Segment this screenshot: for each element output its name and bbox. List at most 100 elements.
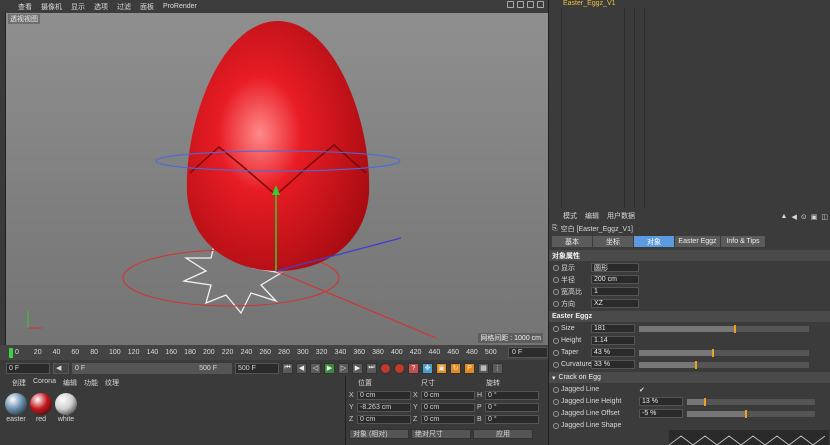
keyframe-dot-icon[interactable]: [553, 300, 559, 307]
tab-object[interactable]: 对象: [634, 236, 674, 247]
material-white[interactable]: white: [53, 393, 79, 423]
menu-view[interactable]: 查看: [18, 2, 32, 12]
new-panel-icon[interactable]: ◫: [821, 213, 828, 221]
display-dropdown[interactable]: 圆形: [591, 263, 639, 272]
record-icon[interactable]: [380, 362, 391, 374]
tab-easter-eggz[interactable]: Easter Eggz: [675, 236, 720, 247]
size-y-field[interactable]: 0 cm: [421, 403, 475, 412]
taper-field[interactable]: 43 %: [591, 348, 635, 357]
key-icon[interactable]: ?: [408, 362, 419, 374]
next-frame-icon[interactable]: ▷: [338, 362, 349, 374]
range-arrow[interactable]: ◀: [53, 362, 69, 374]
jagged-line-offset-field[interactable]: -5 %: [639, 409, 683, 418]
rot-h-field[interactable]: 0 °: [485, 391, 539, 400]
curvature-field[interactable]: 33 %: [591, 360, 635, 369]
attr-menu-edit[interactable]: 编辑: [585, 211, 599, 221]
curvature-slider[interactable]: [639, 360, 809, 369]
keyframe-dot-icon[interactable]: [553, 361, 559, 368]
keyframe-dot-icon[interactable]: [553, 337, 559, 344]
menu-display[interactable]: 显示: [71, 2, 85, 12]
size-slider[interactable]: [639, 324, 809, 333]
pos-x-field[interactable]: 0 cm: [357, 391, 411, 400]
object-item-name[interactable]: Easter_Eggz_V1: [563, 0, 616, 7]
auto-key-icon[interactable]: [394, 362, 405, 374]
go-start-icon[interactable]: ⏮: [282, 362, 293, 374]
viewport-canvas[interactable]: 透视视图 网格间距: 1000 cm: [5, 13, 548, 345]
material-easter[interactable]: easter: [3, 393, 29, 423]
size-x-field[interactable]: 0 cm: [421, 391, 475, 400]
move-key-icon[interactable]: ✥: [422, 362, 433, 374]
param-key-icon[interactable]: P: [464, 362, 475, 374]
play-icon[interactable]: ▶: [324, 362, 335, 374]
rotate-key-icon[interactable]: ↻: [450, 362, 461, 374]
mat-menu-edit[interactable]: 编辑: [63, 378, 77, 388]
keyframe-dot-icon[interactable]: [553, 398, 559, 405]
mat-menu-create[interactable]: 创建: [12, 378, 26, 388]
size-mode-dropdown[interactable]: 绝对尺寸: [411, 428, 471, 439]
prev-frame-icon[interactable]: ◁: [310, 362, 321, 374]
arrow-up-icon[interactable]: ▲: [781, 213, 788, 221]
arrow-left-icon[interactable]: ◀: [791, 213, 796, 221]
height-field[interactable]: 1.14: [591, 336, 635, 345]
menu-options[interactable]: 选项: [94, 2, 108, 12]
keyframe-dot-icon[interactable]: [553, 386, 559, 393]
keyframe-dot-icon[interactable]: [553, 276, 559, 283]
menu-filter[interactable]: 过滤: [117, 2, 131, 12]
mat-menu-function[interactable]: 功能: [84, 378, 98, 388]
tab-coord[interactable]: 坐标: [593, 236, 633, 247]
orientation-dropdown[interactable]: XZ: [591, 299, 639, 308]
radius-field[interactable]: 200 cm: [591, 275, 639, 284]
keyframe-dot-icon[interactable]: [553, 325, 559, 332]
scale-key-icon[interactable]: ▣: [436, 362, 447, 374]
aspect-field[interactable]: 1: [591, 287, 639, 296]
playhead-marker[interactable]: [9, 347, 13, 358]
zoom-view-icon[interactable]: [527, 1, 534, 8]
more-key-icon[interactable]: ⋮: [492, 362, 503, 374]
go-end-icon[interactable]: ⏭: [366, 362, 377, 374]
attr-menu-userdata[interactable]: 用户数据: [607, 211, 635, 221]
move-view-icon[interactable]: [507, 1, 514, 8]
grid-key-icon[interactable]: ▦: [478, 362, 489, 374]
keyframe-dot-icon[interactable]: [553, 264, 559, 271]
lock-icon[interactable]: ▣: [811, 213, 818, 221]
coord-mode-dropdown[interactable]: 对象 (相对): [349, 428, 409, 439]
jagged-line-height-slider[interactable]: [687, 397, 815, 406]
tab-basic[interactable]: 基本: [552, 236, 592, 247]
maximize-view-icon[interactable]: [537, 1, 544, 8]
rotate-view-icon[interactable]: [517, 1, 524, 8]
mat-menu-corona[interactable]: Corona: [33, 378, 56, 388]
current-frame-field[interactable]: 0 F: [508, 347, 548, 358]
attr-menu-mode[interactable]: 模式: [563, 211, 577, 221]
material-red[interactable]: red: [28, 393, 54, 423]
keyframe-dot-icon[interactable]: [553, 422, 559, 429]
taper-slider[interactable]: [639, 348, 809, 357]
apply-button[interactable]: 应用: [473, 428, 533, 439]
jagged-line-checkbox[interactable]: ✔: [639, 386, 645, 394]
keyframe-dot-icon[interactable]: [553, 288, 559, 295]
menu-camera[interactable]: 摄像机: [41, 2, 62, 12]
keyframe-dot-icon[interactable]: [553, 349, 559, 356]
size-field[interactable]: 181: [591, 324, 635, 333]
rot-p-field[interactable]: 0 °: [485, 403, 539, 412]
keyframe-dot-icon[interactable]: [553, 410, 559, 417]
jagged-line-offset-slider[interactable]: [687, 409, 815, 418]
pos-z-field[interactable]: 0 cm: [357, 415, 411, 424]
timeline-ruler[interactable]: 0 20 40 60 80 100 120 140 160 180 200 220 240 260 280 3…: [0, 345, 548, 360]
pos-y-field[interactable]: -8.263 cm: [357, 403, 411, 412]
rot-b-field[interactable]: 0 °: [485, 415, 539, 424]
menu-prorender[interactable]: ProRender: [163, 3, 197, 10]
prev-key-icon[interactable]: ◀: [296, 362, 307, 374]
next-key-icon[interactable]: ▶: [352, 362, 363, 374]
search-icon[interactable]: ⊙: [801, 213, 807, 221]
end-frame-field[interactable]: 500 F: [235, 362, 279, 374]
tab-info-tips[interactable]: Info & Tips: [721, 236, 765, 247]
timeline-tick: 60: [71, 349, 80, 356]
menu-panel[interactable]: 面板: [140, 2, 154, 12]
size-z-field[interactable]: 0 cm: [421, 415, 475, 424]
mat-menu-texture[interactable]: 纹理: [105, 378, 119, 388]
start-frame-field[interactable]: 0 F: [6, 362, 50, 374]
jagged-shape-spline-graph[interactable]: [669, 430, 829, 445]
range-slider[interactable]: 0 F 500 F: [72, 362, 232, 374]
group-crack-on-egg[interactable]: ▾ Crack on Egg: [549, 372, 830, 383]
jagged-line-height-field[interactable]: 13 %: [639, 397, 683, 406]
